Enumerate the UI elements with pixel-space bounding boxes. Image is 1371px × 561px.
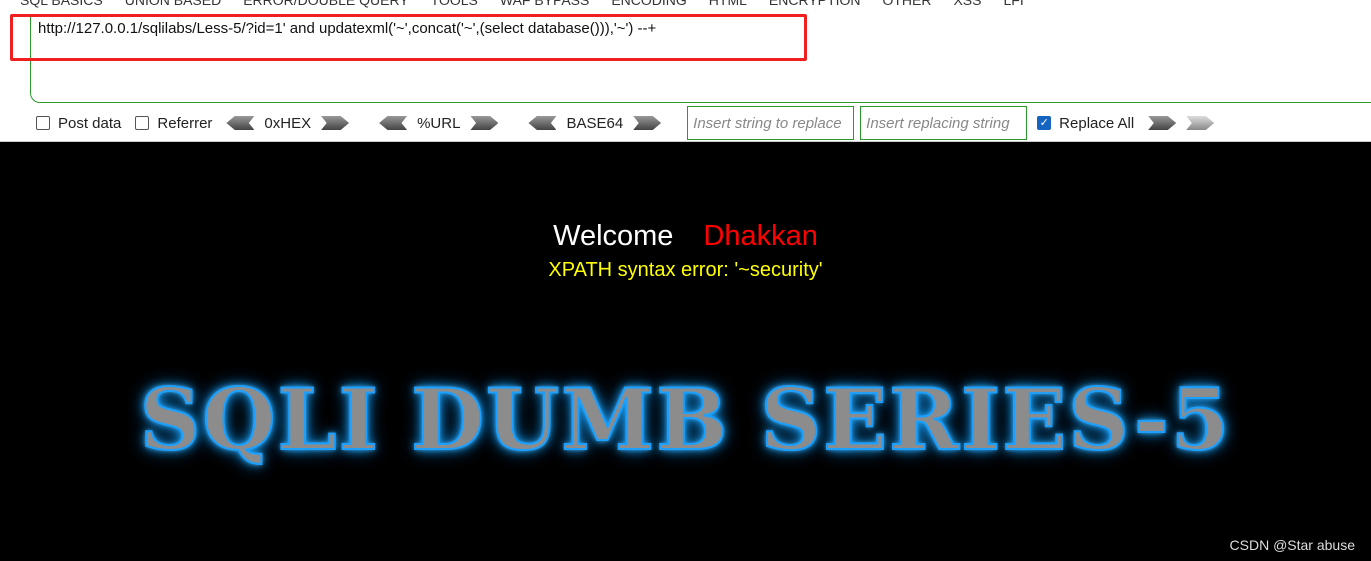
options-bar: Post data Referrer 0xHEX %URL BASE64 Ins… [36, 106, 1215, 140]
base64-decode-arrow-icon[interactable] [528, 116, 557, 130]
series-banner-logo: SQLI DUMB SERIES-5 [139, 369, 1232, 470]
hackbar-toolbar: SQL BASICS UNION BASED ERROR/DOUBLE QUER… [0, 0, 1371, 142]
referrer-label: Referrer [157, 114, 213, 132]
menu-sql-basics[interactable]: SQL BASICS [20, 0, 103, 8]
replace-all-label: Replace All [1059, 114, 1135, 132]
referrer-checkbox[interactable] [135, 116, 150, 130]
replace-all-checkbox[interactable]: ✓ [1037, 116, 1052, 130]
replacing-string-input[interactable]: Insert replacing string [860, 106, 1028, 140]
welcome-message: Welcome Dhakkan [0, 220, 1371, 253]
user-name: Dhakkan [703, 220, 818, 252]
menu-xss[interactable]: XSS [953, 0, 981, 8]
hex-encode-arrow-icon[interactable] [321, 116, 350, 130]
menu-error-double-query[interactable]: ERROR/DOUBLE QUERY [243, 0, 408, 8]
url-decode-arrow-icon[interactable] [379, 116, 408, 130]
menu-other[interactable]: OTHER [882, 0, 931, 8]
menu-lfi[interactable]: LFI [1003, 0, 1023, 8]
url-encode-label: %URL [417, 114, 461, 132]
replace-arrow-icon[interactable] [1148, 116, 1177, 130]
base64-encode-arrow-icon[interactable] [633, 116, 662, 130]
hex-label: 0xHEX [264, 114, 312, 132]
hex-decode-arrow-icon[interactable] [226, 116, 255, 130]
error-message: XPATH syntax error: '~security' [548, 259, 823, 281]
hackbar-menu: SQL BASICS UNION BASED ERROR/DOUBLE QUER… [20, 0, 1024, 8]
replace-string-input[interactable]: Insert string to replace [687, 106, 855, 140]
watermark: CSDN @Star abuse [1229, 537, 1355, 553]
base64-label: BASE64 [566, 114, 624, 132]
menu-encryption[interactable]: ENCRYPTION [769, 0, 861, 8]
highlight-box [10, 14, 807, 61]
replace-reverse-arrow-icon[interactable] [1186, 116, 1215, 130]
menu-waf-bypass[interactable]: WAF BYPASS [500, 0, 589, 8]
welcome-text: Welcome [553, 220, 674, 252]
url-encode-arrow-icon[interactable] [470, 116, 499, 130]
post-data-checkbox[interactable] [36, 116, 50, 130]
menu-html[interactable]: HTML [709, 0, 747, 8]
post-data-label: Post data [58, 114, 122, 132]
menu-tools[interactable]: TOOLS [431, 0, 478, 8]
menu-encoding[interactable]: ENCODING [611, 0, 686, 8]
menu-union-based[interactable]: UNION BASED [125, 0, 221, 8]
